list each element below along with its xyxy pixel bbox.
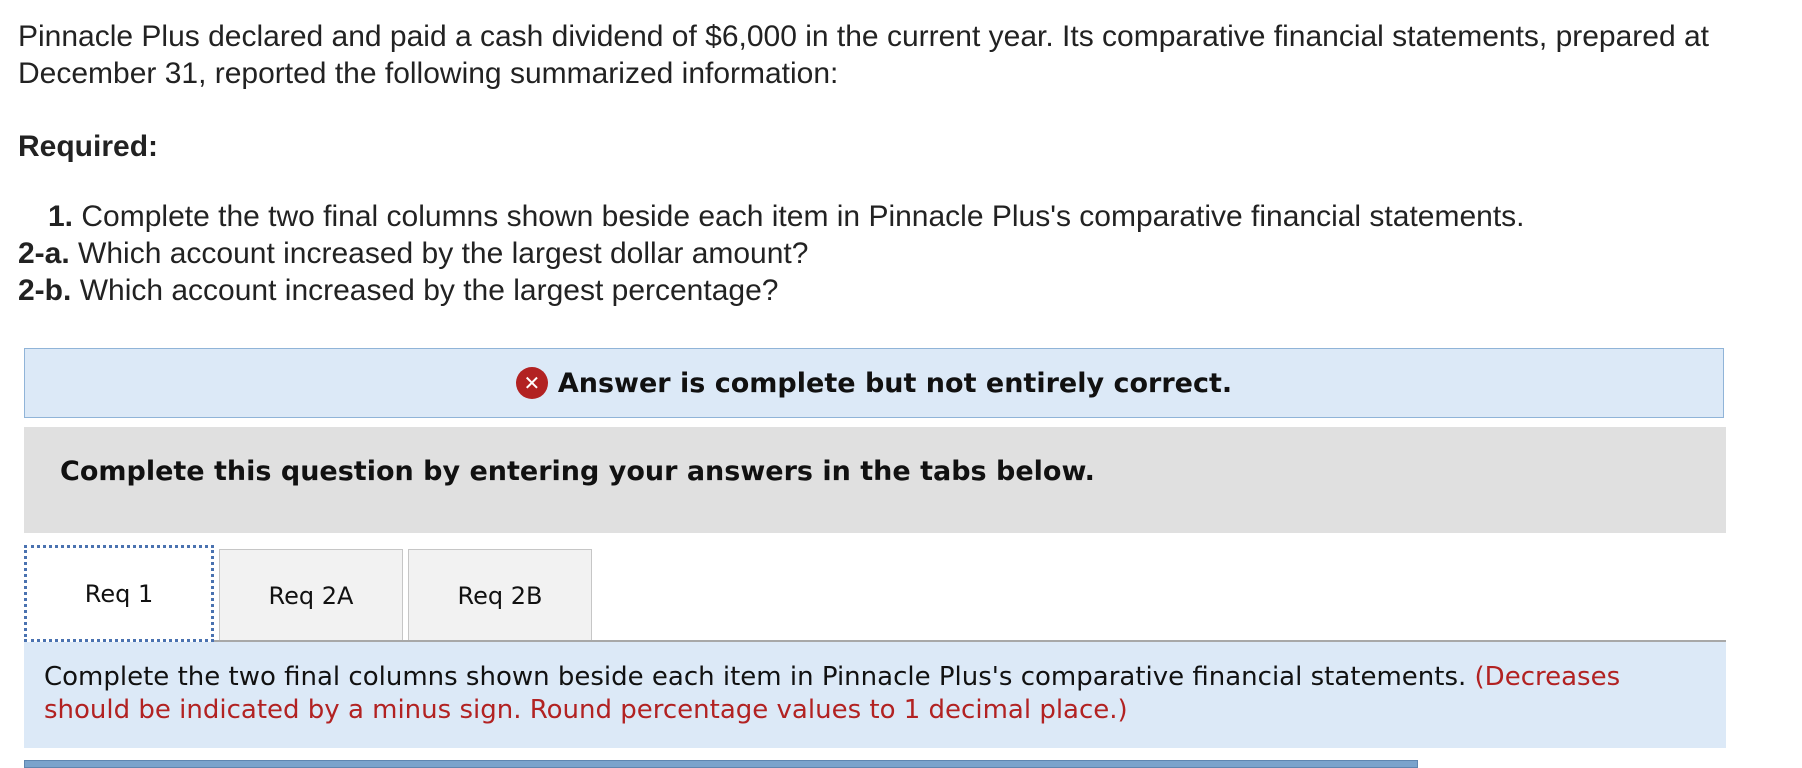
required-list: 1. Complete the two final columns shown … <box>18 198 1525 309</box>
tab-instruction-text: Complete the two final columns shown bes… <box>44 662 1475 692</box>
required-item-text: Complete the two final columns shown bes… <box>81 200 1525 233</box>
answer-feedback-banner: ✕ Answer is complete but not entirely co… <box>24 348 1724 418</box>
required-item-number: 2-a. <box>18 237 70 270</box>
required-heading: Required: <box>18 130 159 163</box>
x-circle-icon: ✕ <box>515 367 548 399</box>
tab-instruction: Complete the two final columns shown bes… <box>44 661 1704 727</box>
required-item-2a: 2-a. Which account increased by the larg… <box>18 235 1525 272</box>
statement-table-header-strip <box>24 760 1418 768</box>
required-item-number: 2-b. <box>18 274 72 307</box>
intro-line-2: December 31, reported the following summ… <box>18 57 839 90</box>
feedback-text: Answer is complete but not entirely corr… <box>557 367 1233 399</box>
instruction-text: Complete this question by entering your … <box>60 456 1095 487</box>
intro-line-1: Pinnacle Plus declared and paid a cash d… <box>18 20 1710 53</box>
required-item-text: Which account increased by the largest p… <box>79 274 779 307</box>
required-item-2b: 2-b. Which account increased by the larg… <box>18 272 1525 309</box>
required-item-number: 1. <box>48 200 74 233</box>
tab-req-2b[interactable]: Req 2B <box>408 549 592 642</box>
tab-content-panel: Complete the two final columns shown bes… <box>24 642 1726 748</box>
required-item-1: 1. Complete the two final columns shown … <box>18 198 1525 235</box>
tab-req-2a[interactable]: Req 2A <box>219 549 403 642</box>
tab-req-1[interactable]: Req 1 <box>24 545 214 642</box>
problem-intro: Pinnacle Plus declared and paid a cash d… <box>18 18 1802 92</box>
instruction-box: Complete this question by entering your … <box>24 427 1726 533</box>
required-item-text: Which account increased by the largest d… <box>78 237 809 270</box>
